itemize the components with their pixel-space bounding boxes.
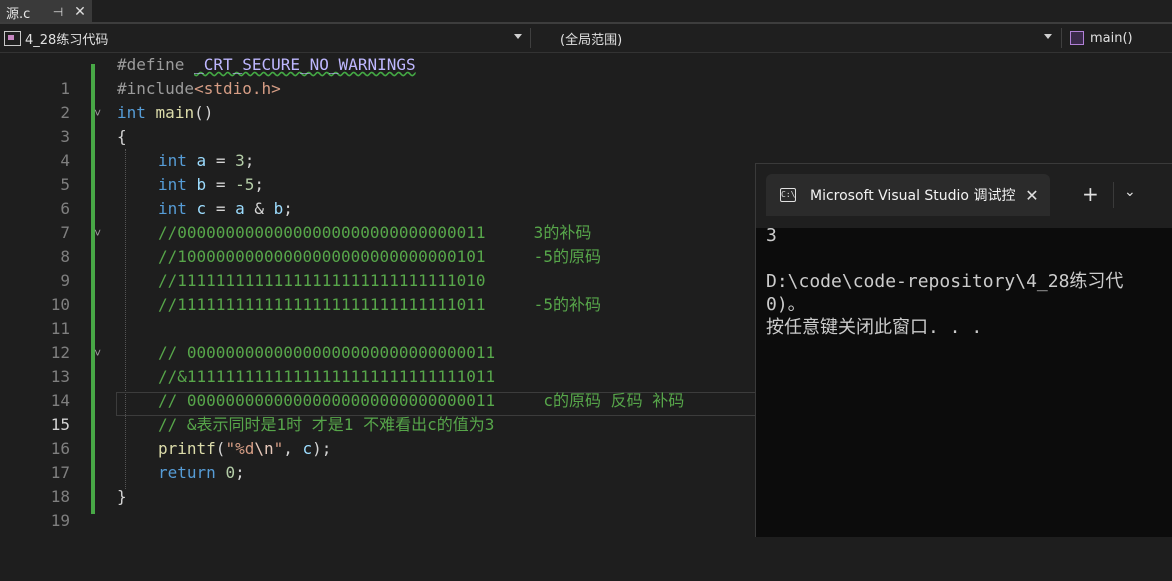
close-icon[interactable]: ✕ bbox=[70, 4, 90, 20]
member-dropdown[interactable]: main() bbox=[1064, 27, 1172, 49]
punctuation: ; bbox=[283, 199, 293, 218]
console-app-icon: C:\ bbox=[780, 188, 796, 202]
line-number: 19 bbox=[50, 511, 70, 530]
punctuation: () bbox=[194, 103, 214, 122]
chevron-down-icon bbox=[1044, 34, 1052, 39]
comment: //11111111111111111111111111111011 -5的补码 bbox=[158, 295, 601, 314]
comment: //00000000000000000000000000000011 3的补码 bbox=[158, 223, 592, 242]
navigation-bar: 4_28练习代码 (全局范围) main() bbox=[0, 24, 1172, 53]
variable: c bbox=[196, 199, 207, 218]
fold-chevron-icon[interactable]: ˅ bbox=[94, 341, 101, 365]
close-icon[interactable]: ✕ bbox=[1020, 186, 1044, 205]
variable: b bbox=[273, 199, 284, 218]
fold-chevron-icon[interactable]: ˅ bbox=[94, 101, 101, 125]
number-literal: 0 bbox=[225, 463, 236, 482]
pin-icon[interactable]: ⊣ bbox=[46, 5, 70, 19]
console-title: Microsoft Visual Studio 调试控 bbox=[810, 188, 1016, 204]
method-cube-icon bbox=[1070, 31, 1084, 45]
scope-dropdown-label: (全局范围) bbox=[560, 32, 623, 48]
variable: a bbox=[196, 151, 207, 170]
chevron-down-icon[interactable]: ⌄ bbox=[1124, 184, 1136, 200]
string-literal: "%d bbox=[225, 439, 255, 458]
console-tab[interactable]: C:\ Microsoft Visual Studio 调试控 ✕ bbox=[766, 174, 1050, 216]
fold-chevron-icon[interactable]: ˅ bbox=[94, 221, 101, 245]
member-dropdown-label: main() bbox=[1090, 30, 1133, 46]
operator: = bbox=[206, 175, 236, 194]
document-tab-strip: 源.c ⊣ ✕ bbox=[0, 0, 1172, 24]
titlebar-divider bbox=[1113, 182, 1114, 208]
preprocessor-directive: #include bbox=[117, 79, 195, 98]
code-line[interactable]: 2 #include<stdio.h> bbox=[0, 77, 1172, 122]
navbar-divider bbox=[530, 28, 531, 48]
brace: } bbox=[117, 487, 127, 506]
comment: //10000000000000000000000000000101 -5的原码 bbox=[158, 247, 601, 266]
keyword: int bbox=[158, 175, 187, 194]
number-literal: 3 bbox=[235, 151, 245, 170]
new-tab-plus-icon[interactable]: + bbox=[1082, 182, 1099, 206]
console-output: 3 D:\code\code-repository\4_28练习代 0)。 按任… bbox=[766, 225, 1124, 338]
project-dropdown-label: 4_28练习代码 bbox=[25, 32, 109, 48]
punctuation: ; bbox=[235, 463, 245, 482]
operator: = bbox=[206, 151, 236, 170]
tab-source-file[interactable]: 源.c ⊣ ✕ bbox=[0, 0, 92, 24]
debug-console-window[interactable]: C:\ Microsoft Visual Studio 调试控 ✕ + ⌄ 3 … bbox=[755, 163, 1172, 537]
punctuation: ( bbox=[215, 439, 226, 458]
punctuation: , bbox=[283, 439, 303, 458]
comment: // 00000000000000000000000000000011 bbox=[158, 343, 496, 362]
comment: // &表示同时是1时 才是1 不难看出c的值为3 bbox=[158, 415, 495, 434]
function-call: printf bbox=[158, 439, 216, 458]
keyword: return bbox=[158, 463, 216, 482]
project-icon bbox=[4, 30, 21, 46]
scope-dropdown[interactable]: (全局范围) bbox=[534, 27, 1058, 49]
preprocessor-directive: #define bbox=[117, 55, 195, 74]
operator: & bbox=[244, 199, 274, 218]
code-line[interactable]: 4 { bbox=[0, 125, 1172, 170]
code-line[interactable]: 3 ˅ int main() bbox=[0, 101, 1172, 146]
navbar-divider bbox=[1061, 28, 1062, 48]
chevron-down-icon bbox=[514, 34, 522, 39]
punctuation: ; bbox=[254, 175, 264, 194]
string-literal: " bbox=[273, 439, 284, 458]
punctuation: ); bbox=[312, 439, 332, 458]
brace: { bbox=[117, 127, 127, 146]
comment: // 00000000000000000000000000000011 c的原码… bbox=[158, 391, 685, 410]
keyword: int bbox=[158, 151, 187, 170]
variable: c bbox=[302, 439, 313, 458]
punctuation: ; bbox=[244, 151, 255, 170]
keyword: int bbox=[158, 199, 187, 218]
number-literal: -5 bbox=[235, 175, 255, 194]
macro-name: _CRT_SECURE_NO_WARNINGS bbox=[194, 55, 416, 74]
keyword: int bbox=[117, 103, 146, 122]
tab-filename: 源.c bbox=[6, 6, 31, 22]
console-titlebar: C:\ Microsoft Visual Studio 调试控 ✕ + ⌄ bbox=[756, 164, 1172, 228]
include-file: <stdio.h> bbox=[194, 79, 281, 98]
comment: //&11111111111111111111111111111011 bbox=[158, 367, 496, 386]
variable: a bbox=[235, 199, 245, 218]
operator: = bbox=[206, 199, 236, 218]
project-dropdown[interactable]: 4_28练习代码 bbox=[4, 27, 528, 49]
code-line[interactable]: 1 #define _CRT_SECURE_NO_WARNINGS bbox=[0, 53, 1172, 98]
function-name: main bbox=[155, 103, 195, 122]
escape-sequence: \n bbox=[254, 439, 274, 458]
variable: b bbox=[196, 175, 207, 194]
comment: //11111111111111111111111111111010 bbox=[158, 271, 486, 290]
